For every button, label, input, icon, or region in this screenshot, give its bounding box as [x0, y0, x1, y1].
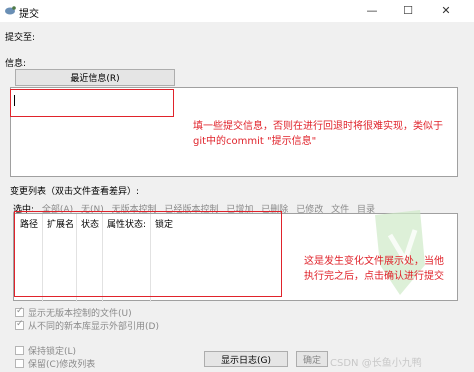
annotation-line: git中的commit "提示信息" [193, 136, 317, 147]
annotation-line: 填一些提交信息，否则在进行回退时将很难实现，类似于 [193, 121, 443, 132]
keep-locks-checkbox[interactable]: 保持锁定(L) [15, 344, 76, 357]
message-highlight-box [10, 89, 174, 117]
ok-button[interactable]: 确定 [296, 351, 328, 367]
list-annotation: 这是发生变化文件展示处，当他 执行完之后，点击确认进行提交 [304, 254, 464, 284]
tortoise-app-icon [5, 6, 16, 15]
recent-messages-button[interactable]: 最近信息(R) [15, 69, 175, 86]
checkbox-label: 保持锁定(L) [28, 347, 77, 357]
annotation-line: 执行完之后，点击确认进行提交 [304, 271, 444, 282]
checkbox-box[interactable] [15, 306, 24, 317]
annotation-line: 这是发生变化文件展示处，当他 [304, 256, 444, 267]
minimize-button[interactable]: — [356, 0, 388, 22]
show-unversioned-checkbox[interactable]: 显示无版本控制的文件(U) [15, 306, 132, 319]
checkbox-label: 保留(C)修改列表 [28, 360, 96, 370]
keep-changelist-checkbox[interactable]: 保留(C)修改列表 [15, 357, 95, 370]
tortoise-watermark-icon [375, 210, 425, 295]
window-title: 提交 [19, 9, 39, 20]
changes-label: 变更列表（双击文件查看差异）: [10, 187, 140, 197]
checkbox-label: 从不同的新本库显示外部引用(D) [28, 322, 159, 332]
checkbox-box[interactable] [15, 319, 24, 330]
checkbox-box[interactable] [15, 359, 24, 368]
title-bar: 提交 — ☐ ✕ [0, 0, 474, 22]
checkbox-box[interactable] [15, 346, 24, 355]
maximize-button[interactable]: ☐ [392, 0, 424, 22]
list-highlight-box [14, 211, 282, 297]
show-log-button[interactable]: 显示日志(G) [204, 351, 288, 367]
message-label: 信息: [5, 59, 27, 69]
show-externals-checkbox[interactable]: 从不同的新本库显示外部引用(D) [15, 319, 159, 332]
commit-to-label: 提交至: [5, 33, 36, 43]
checkbox-label: 显示无版本控制的文件(U) [28, 309, 132, 319]
close-button[interactable]: ✕ [430, 0, 462, 22]
watermark-text: CSDN @长鱼小九鸭 [330, 358, 422, 369]
message-annotation: 填一些提交信息，否则在进行回退时将很难实现，类似于 git中的commit "提… [193, 119, 463, 149]
